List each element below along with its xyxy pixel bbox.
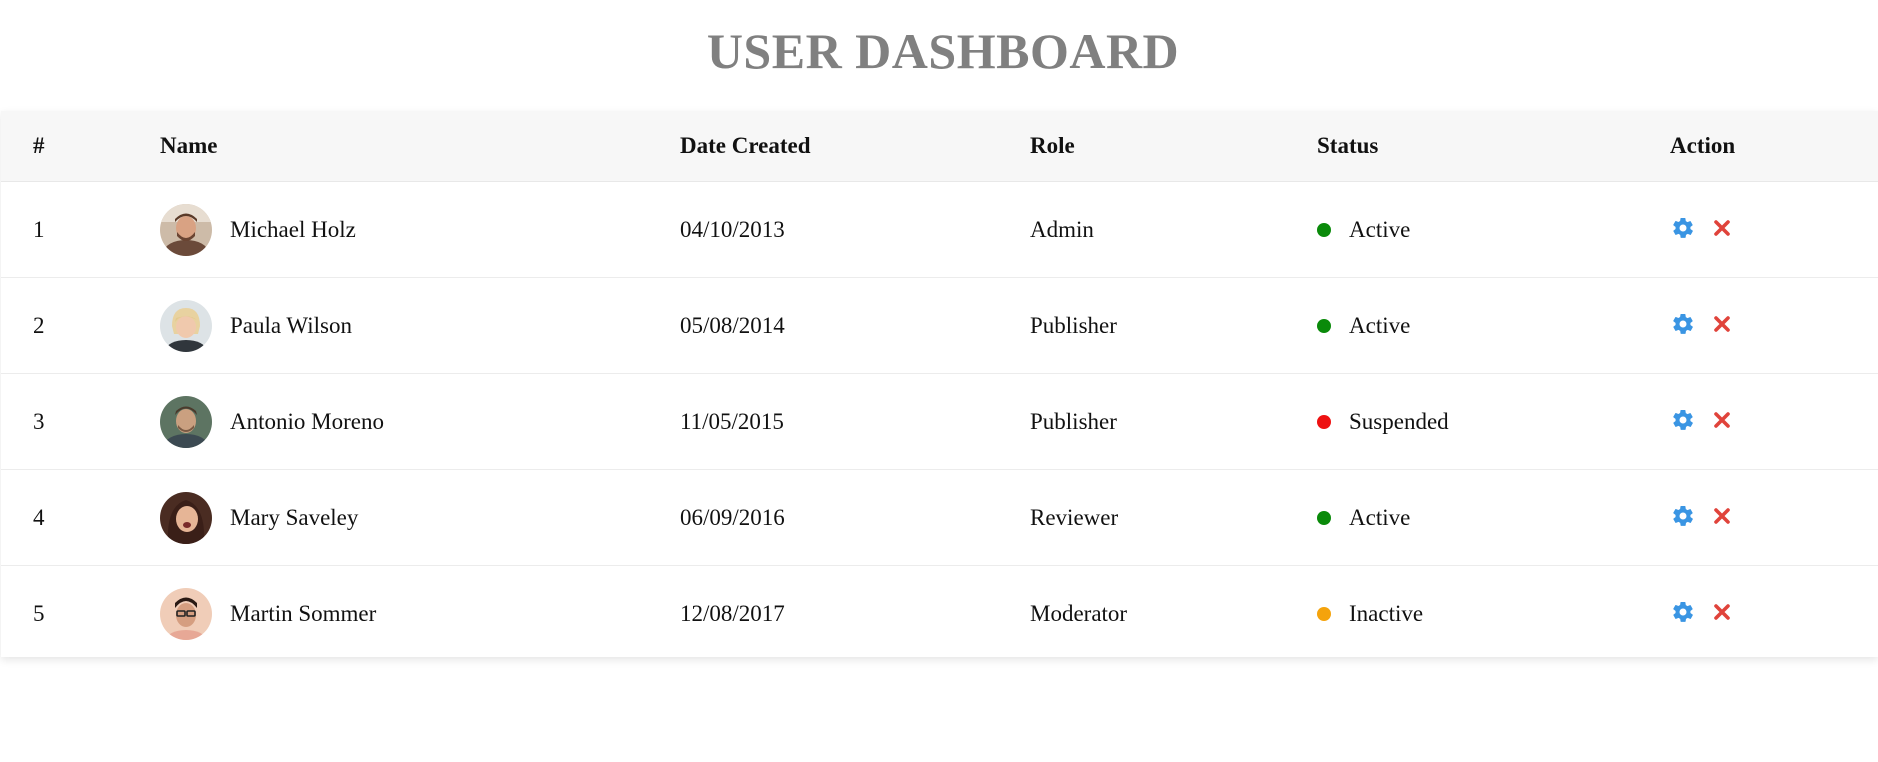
header-action: Action (1670, 133, 1736, 158)
delete-icon[interactable] (1709, 599, 1735, 625)
avatar[interactable] (160, 299, 212, 352)
settings-icon[interactable] (1670, 215, 1696, 241)
header-status[interactable]: Status (1317, 111, 1378, 181)
table-row[interactable]: 1 Michael Holz 04/10/2013 Admin Active (1, 182, 1878, 278)
name-cell: Paula Wilson (160, 278, 352, 373)
name-cell: Mary Saveley (160, 470, 358, 565)
user-name[interactable]: Martin Sommer (230, 566, 376, 661)
status-cell: Suspended (1317, 374, 1449, 469)
date-created: 05/08/2014 (680, 313, 785, 338)
action-cell (1670, 566, 1748, 661)
row-number: 3 (33, 409, 45, 434)
row-number: 5 (33, 601, 45, 626)
header-role[interactable]: Role (1030, 111, 1075, 181)
date-created: 04/10/2013 (680, 217, 785, 242)
user-name[interactable]: Mary Saveley (230, 470, 358, 565)
role: Publisher (1030, 313, 1117, 338)
header-date-created[interactable]: Date Created (680, 111, 811, 181)
delete-icon[interactable] (1709, 215, 1735, 241)
name-cell: Martin Sommer (160, 566, 376, 661)
status-dot-icon (1317, 318, 1331, 333)
settings-icon[interactable] (1670, 407, 1696, 433)
date-created: 06/09/2016 (680, 505, 785, 530)
settings-icon[interactable] (1670, 599, 1696, 625)
status-label: Suspended (1349, 409, 1449, 434)
status-cell: Active (1317, 470, 1410, 565)
status-label: Active (1349, 313, 1411, 338)
row-number: 1 (33, 217, 45, 242)
role: Admin (1030, 217, 1094, 242)
role: Publisher (1030, 409, 1117, 434)
user-name[interactable]: Michael Holz (230, 182, 356, 277)
user-name[interactable]: Paula Wilson (230, 278, 352, 373)
status-dot-icon (1317, 222, 1331, 237)
avatar[interactable] (160, 203, 212, 256)
status-dot-icon (1317, 606, 1331, 621)
settings-icon[interactable] (1670, 503, 1696, 529)
delete-icon[interactable] (1709, 311, 1735, 337)
row-number: 4 (33, 505, 45, 530)
user-name[interactable]: Antonio Moreno (230, 374, 384, 469)
date-created: 12/08/2017 (680, 601, 785, 626)
action-cell (1670, 374, 1748, 469)
table-row[interactable]: 2 Paula Wilson 05/08/2014 Publisher Acti… (1, 278, 1878, 374)
status-dot-icon (1317, 510, 1331, 525)
status-cell: Active (1317, 278, 1410, 373)
status-label: Inactive (1349, 601, 1424, 626)
settings-icon[interactable] (1670, 311, 1696, 337)
row-number: 2 (33, 313, 45, 338)
action-cell (1670, 278, 1748, 373)
role: Reviewer (1030, 505, 1119, 530)
avatar[interactable] (160, 395, 212, 448)
status-cell: Active (1317, 182, 1410, 277)
name-cell: Michael Holz (160, 182, 356, 277)
table-row[interactable]: 3 Antonio Moreno 11/05/2015 Publisher Su… (1, 374, 1878, 470)
delete-icon[interactable] (1709, 407, 1735, 433)
status-cell: Inactive (1317, 566, 1423, 661)
status-dot-icon (1317, 414, 1331, 429)
date-created: 11/05/2015 (680, 409, 784, 434)
table-row[interactable]: 5 Martin Sommer 12/08/2017 Moderator Ina… (1, 566, 1878, 661)
name-cell: Antonio Moreno (160, 374, 384, 469)
page-title: USER DASHBOARD (706, 23, 1180, 79)
action-cell (1670, 470, 1748, 565)
status-label: Active (1349, 217, 1411, 242)
delete-icon[interactable] (1709, 503, 1735, 529)
table-header: # Name Date Created Role Status Action (1, 111, 1878, 182)
role: Moderator (1030, 601, 1128, 626)
table-row[interactable]: 4 Mary Saveley 06/09/2016 Reviewer Activ… (1, 470, 1878, 566)
avatar[interactable] (160, 491, 212, 544)
avatar[interactable] (160, 587, 212, 640)
header-name[interactable]: Name (160, 111, 217, 181)
header-number[interactable]: # (33, 111, 45, 181)
action-cell (1670, 182, 1748, 277)
users-table: # Name Date Created Role Status Action 1 (1, 111, 1878, 657)
status-label: Active (1349, 505, 1411, 530)
